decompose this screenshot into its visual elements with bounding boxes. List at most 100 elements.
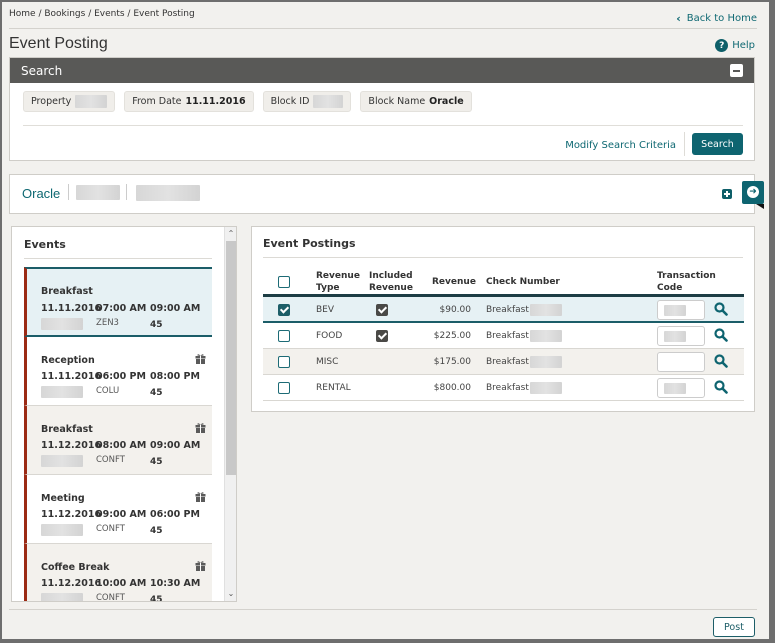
redacted-block-id [76,185,120,200]
event-start-time: 10:00 AM [96,578,147,589]
table-header: Revenue Type Included Revenue Revenue Ch… [263,267,744,297]
navigate-forward-button[interactable]: ➜ [742,181,764,209]
event-room: CONFT [96,455,125,465]
redacted-event-id [41,318,83,330]
divider [68,184,69,200]
page-title: Event Posting [9,35,108,52]
table-body: BEV $90.00 Breakfast FOOD $225.00 Breakfast MI… [263,297,744,401]
redacted-transaction-code [664,305,686,316]
expand-plus-icon[interactable] [722,189,732,199]
chip-label: Block Name [368,96,426,107]
post-button[interactable]: Post [713,617,755,637]
event-room: COLU [96,386,120,396]
table-row[interactable]: MISC $175.00 Breakfast [263,349,744,375]
chip-block-id: Block ID [262,91,352,112]
event-card[interactable]: Breakfast 11.12.2016 08:00 AM 09:00 AM CONFT… [24,406,212,475]
help-icon: ? [715,39,729,52]
event-date: 11.12.2016 [41,509,102,520]
redacted-check-number [530,304,562,316]
scroll-up-icon[interactable]: ⌃ [225,227,236,241]
chip-label: Property [31,96,72,107]
chip-block-name: Block Name Oracle [360,91,472,112]
select-all-checkbox[interactable] [278,276,290,288]
row-select-checkbox[interactable] [278,304,290,316]
redacted-event-id [41,593,83,601]
events-list: Breakfast 11.11.2016 07:00 AM 09:00 AM ZEN3 4… [24,267,212,602]
event-end-time: 10:30 AM [150,578,201,589]
table-row[interactable]: FOOD $225.00 Breakfast [263,323,744,349]
row-select-checkbox[interactable] [278,330,290,342]
divider [263,257,743,258]
redacted-transaction-code [664,383,686,394]
table-row[interactable]: BEV $90.00 Breakfast [263,297,744,323]
transaction-code-input[interactable] [657,326,705,346]
revenue-type: FOOD [316,331,343,341]
events-panel: Events Breakfast 11.11.2016 07:00 AM 09:00 … [11,226,237,602]
scroll-down-icon[interactable]: ⌄ [225,587,236,601]
redacted-transaction-code [664,331,686,342]
search-title: Search [21,63,63,78]
transaction-code-input[interactable] [657,300,705,320]
divider [23,125,743,126]
row-select-checkbox[interactable] [278,382,290,394]
revenue-amount: $225.00 [433,331,471,341]
table-row[interactable]: RENTAL $800.00 Breakfast [263,375,744,401]
block-summary: Oracle [9,174,755,214]
event-attendees: 45 [150,595,163,602]
transaction-code-input[interactable] [657,352,705,372]
search-icon[interactable] [714,302,728,316]
search-header: Search [10,58,754,83]
event-end-time: 06:00 PM [150,509,200,520]
help-link[interactable]: ? Help [715,39,755,52]
included-revenue-checkbox[interactable] [376,304,388,316]
event-end-time: 09:00 AM [150,303,201,314]
search-icon[interactable] [714,354,728,368]
event-name: Coffee Break [41,562,110,573]
revenue-type: BEV [316,305,335,315]
transaction-code-input[interactable] [657,378,705,398]
search-icon[interactable] [714,380,728,394]
events-scrollbar[interactable]: ⌃ ⌄ [224,227,236,601]
revenue-type: MISC [316,357,339,367]
gift-icon[interactable] [195,491,206,502]
event-card[interactable]: Breakfast 11.11.2016 07:00 AM 09:00 AM ZEN3 4… [24,267,212,337]
search-button[interactable]: Search [692,133,743,155]
event-date: 11.12.2016 [41,440,102,451]
check-number: Breakfast [486,305,529,315]
redacted-event-id [41,524,83,536]
event-card[interactable]: Meeting 11.12.2016 09:00 AM 06:00 PM CONFT 45 [24,475,212,544]
back-to-home-link[interactable]: ‹ Back to Home [676,12,757,25]
gift-icon[interactable] [195,422,206,433]
gift-icon[interactable] [195,353,206,364]
scroll-thumb[interactable] [226,241,236,475]
event-date: 11.11.2016 [41,303,102,314]
help-label: Help [732,40,755,51]
arrow-right-circle-icon: ➜ [747,186,759,198]
event-attendees: 45 [150,320,163,330]
revenue-amount: $175.00 [433,357,471,367]
event-card[interactable]: Reception 11.11.2016 06:00 PM 08:00 PM COLU 4… [24,337,212,406]
row-select-checkbox[interactable] [278,356,290,368]
event-room: ZEN3 [96,318,119,328]
search-icon[interactable] [714,328,728,342]
tab-tail [756,204,764,209]
event-attendees: 45 [150,388,163,398]
included-revenue-checkbox[interactable] [376,330,388,342]
event-card[interactable]: Coffee Break 11.12.2016 10:00 AM 10:30 AM CO… [24,544,212,602]
event-end-time: 08:00 PM [150,371,200,382]
block-name-link[interactable]: Oracle [22,186,60,201]
divider [9,28,757,29]
collapse-icon[interactable] [730,64,743,77]
chip-value: 11.11.2016 [185,96,246,107]
event-name: Reception [41,355,95,366]
chip-property: Property [23,91,116,112]
gift-icon[interactable] [195,560,206,571]
breadcrumb[interactable]: Home / Bookings / Events / Event Posting [9,9,195,19]
modify-search-criteria-link[interactable]: Modify Search Criteria [565,140,676,151]
event-attendees: 45 [150,526,163,536]
event-room: CONFT [96,593,125,602]
revenue-type: RENTAL [316,383,351,393]
chip-value: Oracle [429,96,464,107]
col-revenue: Revenue [432,277,476,287]
divider [684,132,685,156]
